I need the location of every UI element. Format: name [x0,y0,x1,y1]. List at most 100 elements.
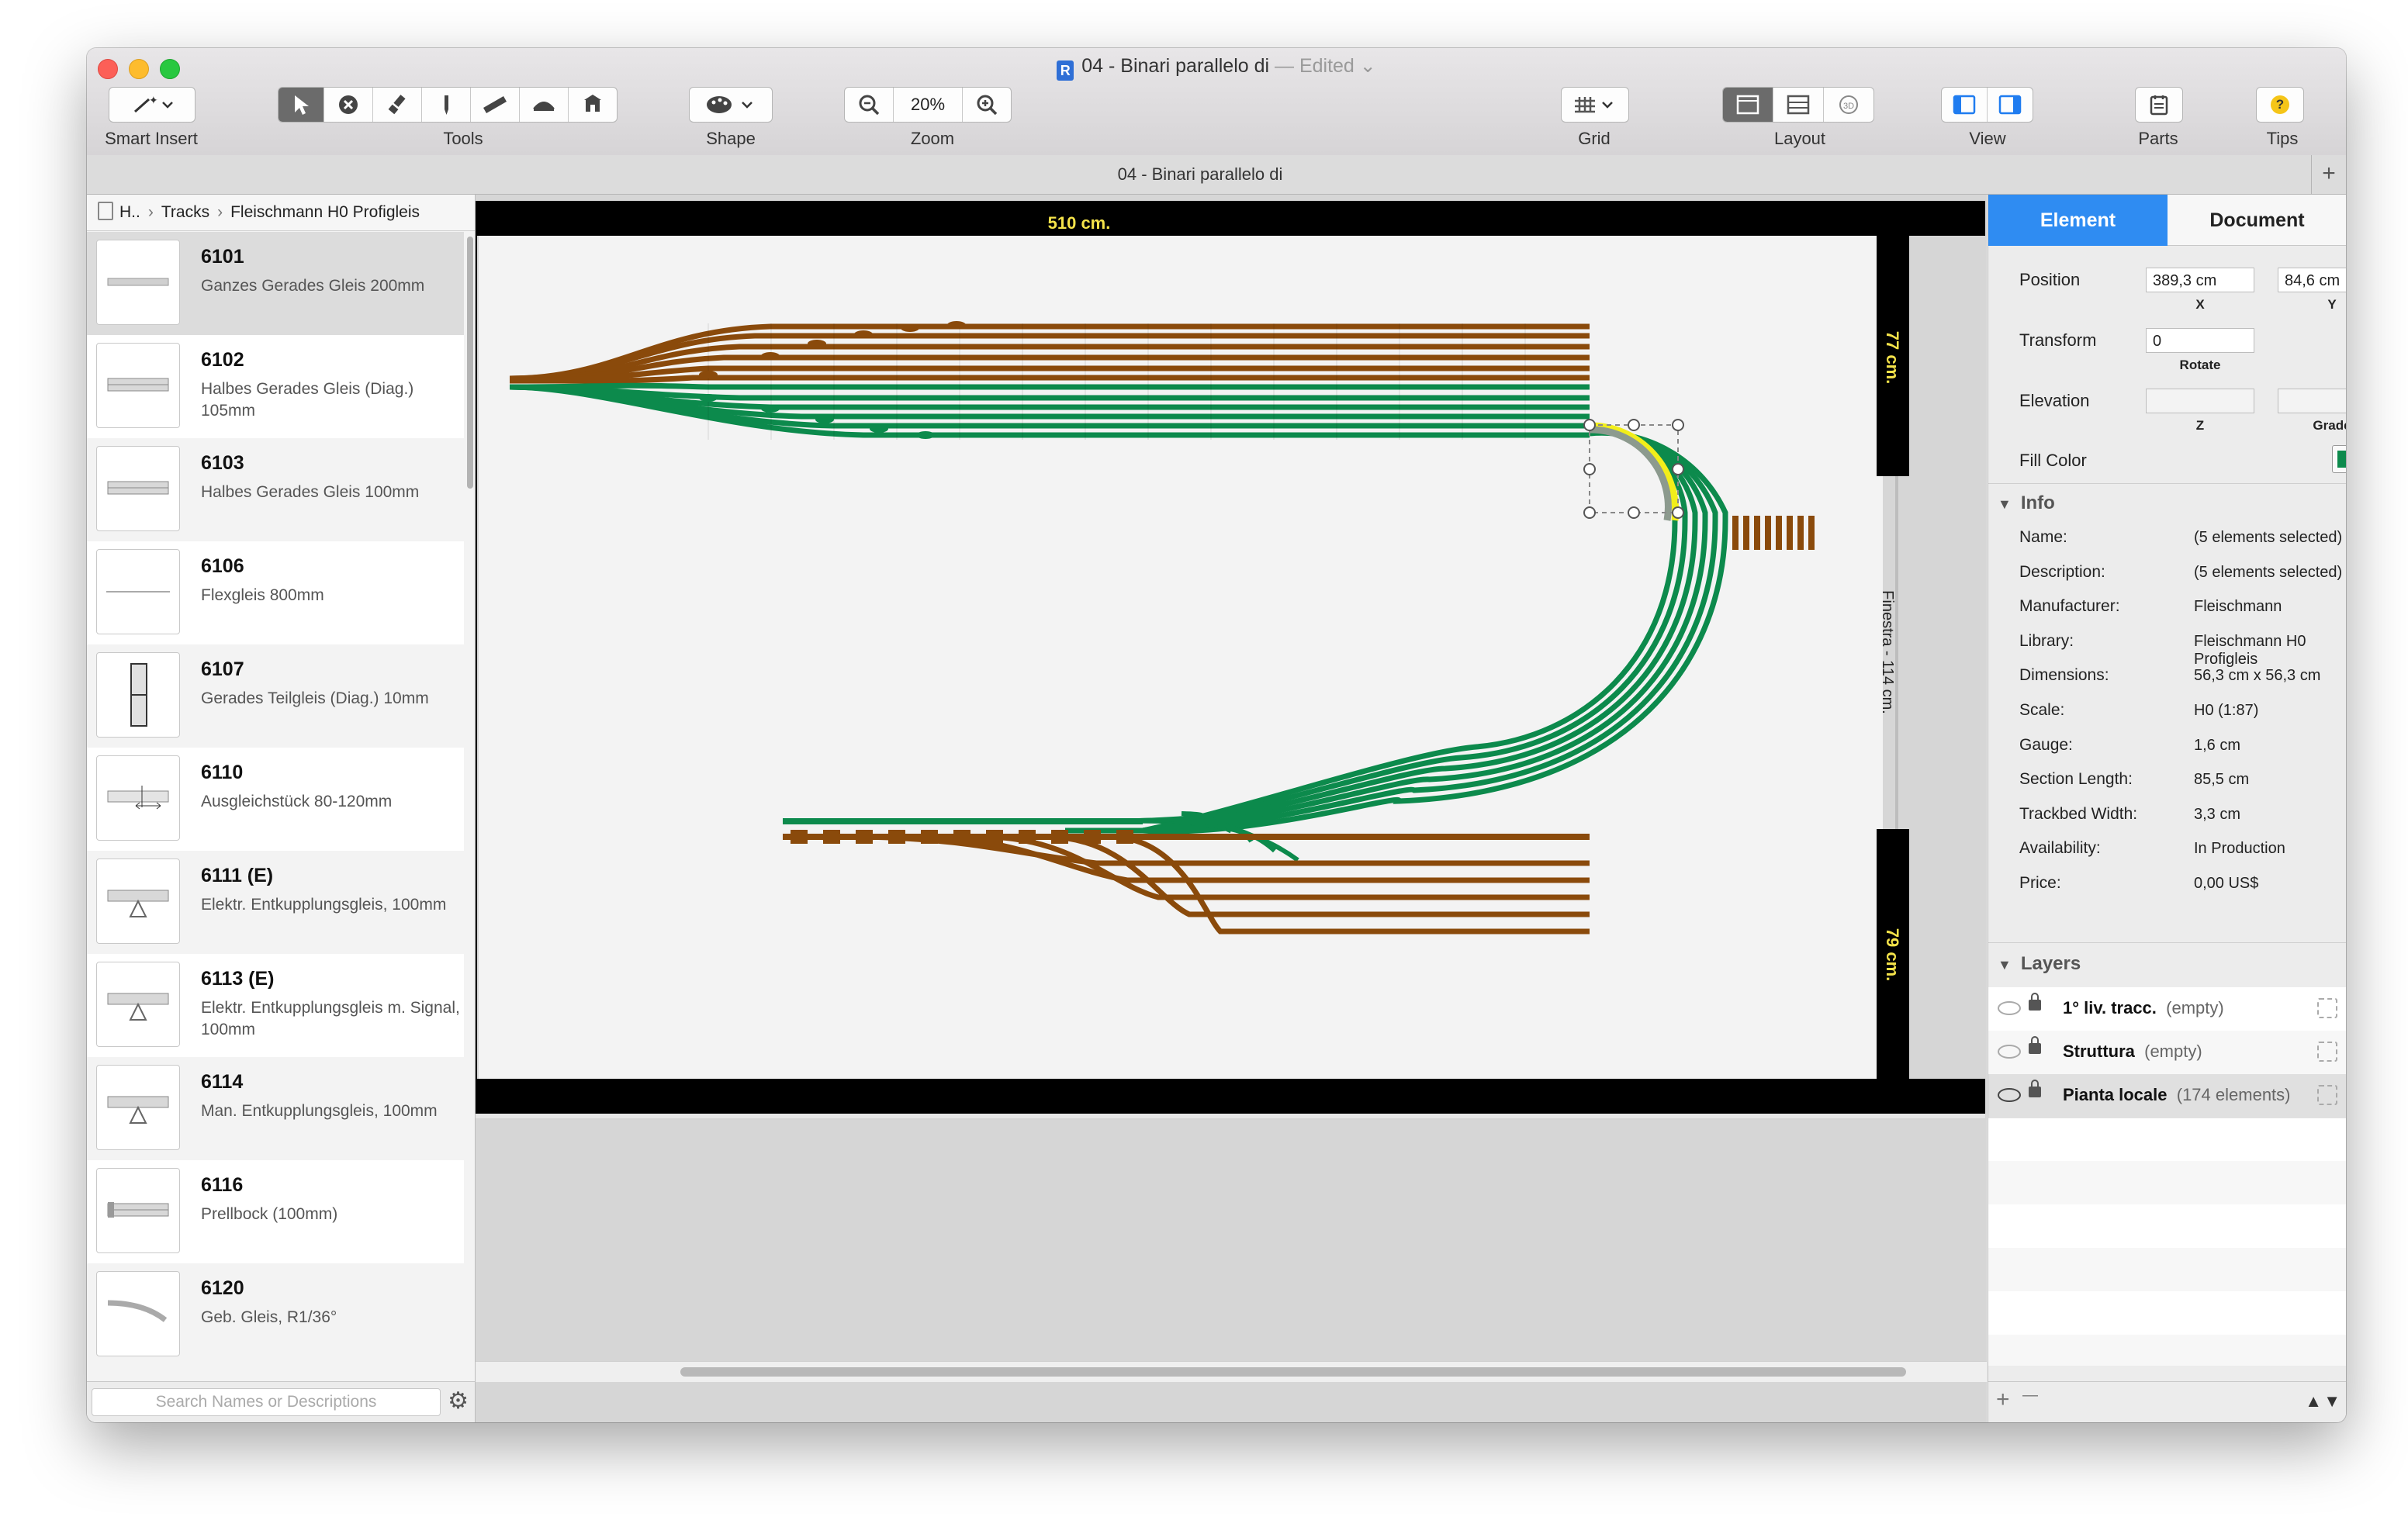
lock-icon[interactable] [2029,1036,2041,1054]
info-section-header[interactable]: ▼ Info [1998,492,2055,514]
view-right-panel-icon[interactable] [1988,88,2033,122]
grid-control[interactable] [1561,87,1629,123]
part-number: 6113 (E) [201,968,275,990]
delete-tool-icon[interactable] [324,88,373,122]
layer-row[interactable]: Pianta locale (174 elements) [1988,1074,2346,1118]
layout-3d-icon[interactable]: 3D [1824,88,1873,122]
lock-icon[interactable] [2029,1080,2041,1097]
layer-row[interactable]: 1° liv. tracc. (empty) [1988,987,2346,1031]
gear-icon[interactable]: ⚙ [448,1388,469,1415]
parts-icon[interactable] [2136,88,2182,122]
info-value: Fleischmann [2194,598,2282,616]
tab-document[interactable]: Document [2168,195,2346,246]
disclosure-triangle-icon[interactable]: ▼ [1998,957,2012,973]
resize-handle[interactable] [1628,506,1640,519]
grade-field[interactable] [2278,389,2346,413]
part-description: Ganzes Gerades Gleis 200mm [201,277,425,295]
tips-control[interactable]: ? [2256,87,2304,123]
green-track[interactable] [509,382,1590,390]
building-tool-icon[interactable] [569,88,617,122]
buffer-sleeper [1787,516,1793,550]
zoom-level[interactable]: 20% [894,88,963,122]
layer-select-box[interactable] [2317,1085,2337,1105]
list-item[interactable]: 6101 Ganzes Gerades Gleis 200mm [87,232,464,335]
layers-header-text: Layers [2020,953,2081,974]
track-plan[interactable]: 510 cm. 77 cm. Finestra - 114 cm. 79 cm. [476,195,1987,1422]
list-item[interactable]: 6111 (E) Elektr. Entkupplungsgleis, 100m… [87,851,464,954]
list-item[interactable]: 6113 (E) Elektr. Entkupplungsgleis m. Si… [87,954,464,1057]
visibility-eye-icon[interactable] [1998,1045,2021,1059]
remove-layer-button[interactable]: — [2022,1387,2038,1404]
turnout-marker [901,324,919,332]
view-left-panel-icon[interactable] [1942,88,1988,122]
parts-control[interactable] [2135,87,2183,123]
resize-handle[interactable] [1672,419,1684,431]
search-input[interactable]: Search Names or Descriptions [92,1388,441,1416]
elevation-z-field[interactable] [2146,389,2254,413]
search-row: Search Names or Descriptions ⚙ [87,1381,475,1422]
list-item[interactable]: 6102 Halbes Gerades Gleis (Diag.) 105mm [87,335,464,438]
smart-insert-control[interactable]: ✦ [109,87,195,123]
horizontal-scrollbar[interactable] [476,1361,1987,1382]
palette-icon[interactable] [690,88,772,122]
list-item[interactable]: 6107 Gerades Teilgleis (Diag.) 10mm [87,644,464,748]
shape-control[interactable] [689,87,773,123]
resize-handle[interactable] [1672,506,1684,519]
app-window: R 04 - Binari parallelo di — Edited ⌄ ✦ S… [87,48,2346,1422]
resize-handle[interactable] [1672,463,1684,475]
magic-wand-icon[interactable]: ✦ [109,88,195,122]
disclosure-triangle-icon[interactable]: ▼ [1998,496,2012,512]
edited-indicator[interactable]: — Edited ⌄ [1269,55,1376,77]
layer-select-box[interactable] [2317,1042,2337,1062]
add-tab-button[interactable]: + [2311,155,2346,194]
turnout-marker [854,330,873,338]
zoom-in-icon[interactable] [963,88,1011,122]
list-item[interactable]: 6106 Flexgleis 800mm [87,541,464,644]
tab-document[interactable]: 04 - Binari parallelo di [87,164,2313,185]
fill-color-well[interactable] [2332,445,2346,473]
list-item[interactable]: 6116 Prellbock (100mm) [87,1160,464,1263]
move-layer-up-icon[interactable]: ▲ [2305,1391,2322,1411]
move-layer-down-icon[interactable]: ▼ [2323,1391,2341,1411]
pointer-tool-icon[interactable] [279,88,324,122]
layout-2d-icon[interactable] [1723,88,1773,122]
scrollbar-thumb[interactable] [467,237,473,489]
layer-select-box[interactable] [2317,998,2337,1018]
layer-name: Pianta locale [2063,1085,2168,1104]
layers-section-header[interactable]: ▼ Layers [1998,953,2081,975]
parts-library-sidebar: H.. › Tracks › Fleischmann H0 Profigleis 610… [87,195,476,1422]
brown-track[interactable] [509,375,1590,384]
layer-row[interactable]: Struttura (empty) [1988,1031,2346,1075]
layout-canvas[interactable]: 510 cm. 77 cm. Finestra - 114 cm. 79 cm. [476,195,1987,1422]
visibility-eye-icon[interactable] [1998,1001,2021,1015]
rotate-field[interactable]: 0 [2146,328,2254,353]
tips-icon[interactable]: ? [2257,88,2303,122]
tab-element[interactable]: Element [1988,195,2168,246]
grid-icon[interactable] [1562,88,1628,122]
info-value: 0,00 US$ [2194,875,2259,892]
visibility-eye-icon[interactable] [1998,1088,2021,1102]
list-item[interactable]: 6114 Man. Entkupplungsgleis, 100mm [87,1057,464,1160]
resize-handle[interactable] [1583,419,1596,431]
resize-handle[interactable] [1583,506,1596,519]
position-y-field[interactable]: 84,6 cm [2278,268,2346,292]
position-x-field[interactable]: 389,3 cm [2146,268,2254,292]
ruler-tool-icon[interactable] [471,88,520,122]
breadcrumb-library[interactable]: Fleischmann H0 Profigleis [230,203,420,221]
layout-split-icon[interactable] [1773,88,1824,122]
brush-tool-icon[interactable] [373,88,422,122]
zoom-out-icon[interactable] [845,88,894,122]
pen-tool-icon[interactable] [422,88,471,122]
resize-handle[interactable] [1583,463,1596,475]
scrollbar-thumb[interactable] [680,1367,1906,1377]
lock-icon[interactable] [2029,993,2041,1011]
add-layer-button[interactable]: + [1996,1387,2010,1413]
terrain-tool-icon[interactable] [520,88,569,122]
list-item[interactable]: 6120 Geb. Gleis, R1/36° [87,1263,464,1356]
breadcrumb-tracks[interactable]: Tracks [161,203,209,221]
list-item[interactable]: 6103 Halbes Gerades Gleis 100mm [87,438,464,541]
breadcrumb-home[interactable]: H.. [119,203,140,221]
sidebar-scrollbar[interactable] [465,232,475,1356]
resize-handle[interactable] [1628,419,1640,431]
list-item[interactable]: 6110 Ausgleichstück 80-120mm [87,748,464,851]
